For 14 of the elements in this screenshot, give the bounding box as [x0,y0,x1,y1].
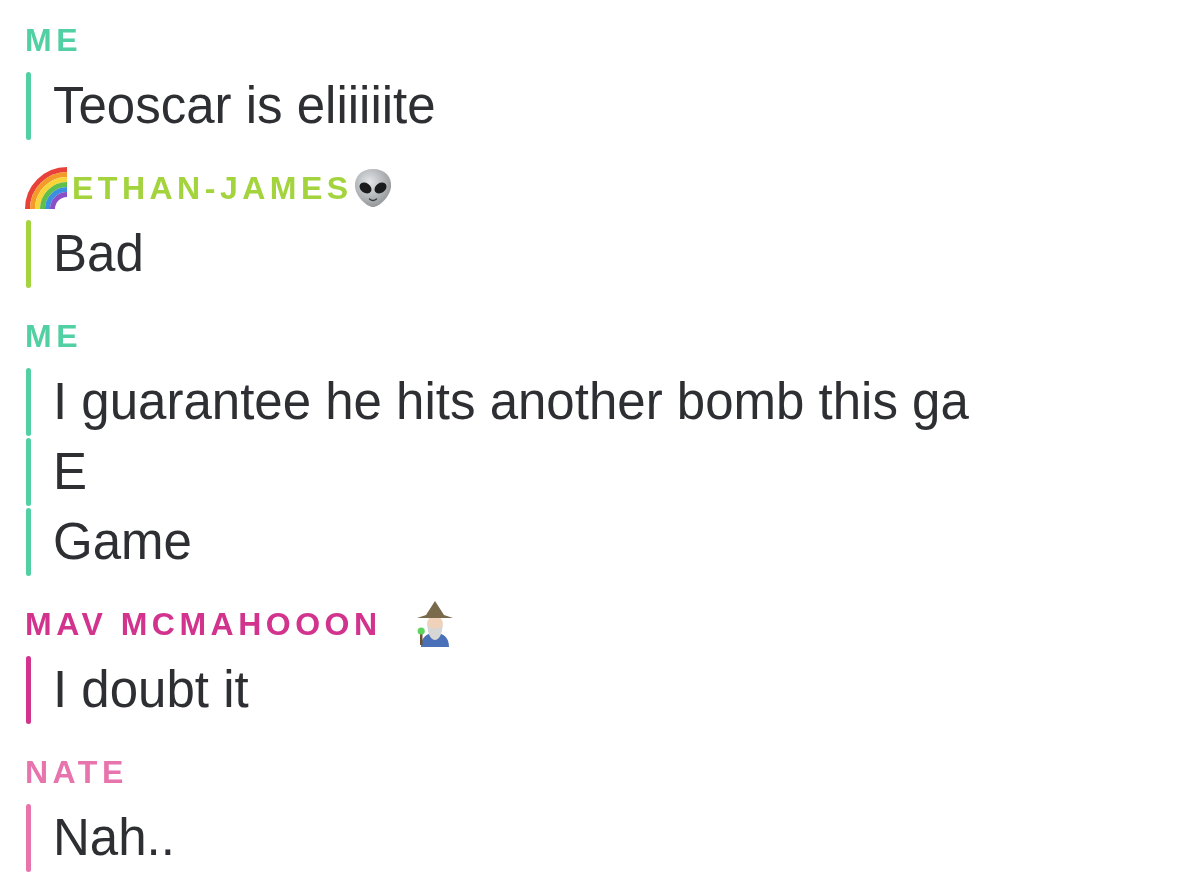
rainbow-icon [25,167,67,209]
message-text: Bad [53,224,144,284]
sender-name: ME [25,22,82,58]
message-text: E [53,442,88,502]
sender-name: MAV MCMAHOOON [25,606,382,642]
message-text: Nah.. [53,808,175,868]
message-text: I guarantee he hits another bomb this ga [53,372,969,432]
message-text: I doubt it [53,660,249,720]
alien-icon [353,168,392,208]
message-text: Game [53,512,192,572]
sender-name: ME [25,318,82,354]
sender-name: ETHAN-JAMES [72,170,353,206]
sender-name: NATE [25,754,128,790]
message-text: Teoscar is eliiiiite [53,76,436,136]
